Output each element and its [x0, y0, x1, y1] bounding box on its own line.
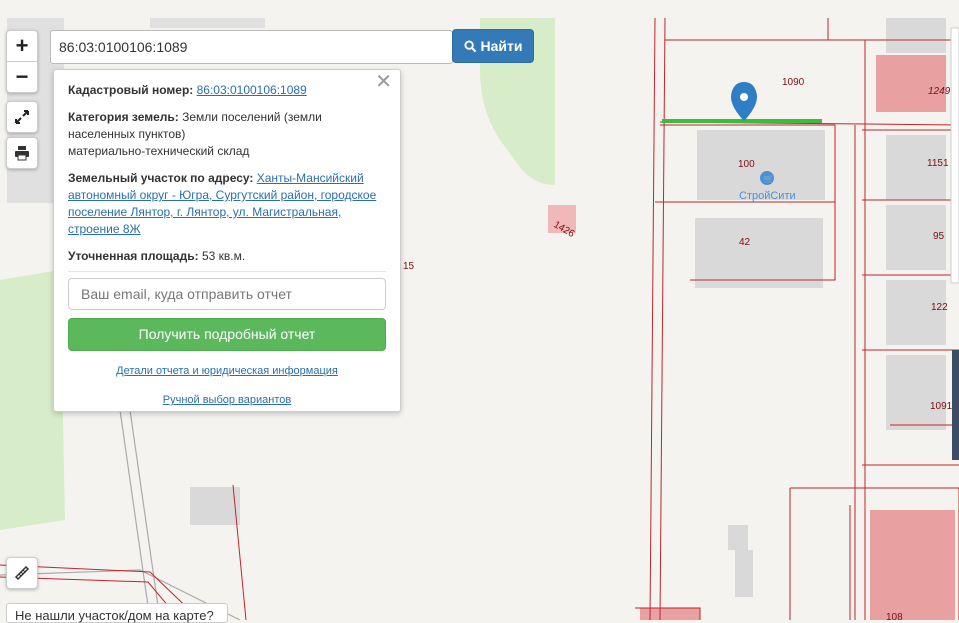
building [728, 525, 748, 550]
ruler-button[interactable] [6, 557, 38, 589]
building [886, 355, 946, 430]
label-100: 100 [738, 159, 755, 170]
label-1090: 1090 [782, 77, 805, 88]
cadastral-link[interactable]: 86:03:0100106:1089 [197, 83, 307, 97]
expand-icon [15, 110, 29, 124]
label-42: 42 [739, 237, 751, 248]
building [695, 218, 823, 288]
printer-icon [15, 146, 29, 161]
pink-building [870, 510, 955, 620]
email-field[interactable] [68, 278, 386, 310]
parcel-info-popup: ✕ Кадастровый номер: 86:03:0100106:1089 … [53, 69, 401, 412]
label-95: 95 [933, 231, 945, 242]
search-icon [463, 39, 476, 52]
search-input[interactable] [50, 30, 453, 64]
not-found-link[interactable]: Не нашли участок/дом на карте? [6, 603, 228, 623]
label-122: 122 [931, 302, 948, 313]
category-label: Категория земель: [68, 110, 179, 124]
zoom-in-button[interactable]: + [7, 31, 37, 61]
area-row: Уточненная площадь: 53 кв.м. [68, 248, 386, 265]
label-1151: 1151 [927, 158, 949, 169]
details-link[interactable]: Детали отчета и юридическая информация [68, 363, 386, 380]
building [190, 487, 240, 525]
zoom-out-button[interactable]: − [7, 61, 37, 92]
cadastral-row: Кадастровый номер: 86:03:0100106:1089 [68, 82, 386, 99]
selected-parcel [662, 119, 822, 123]
get-report-button[interactable]: Получить подробный отчет [68, 318, 386, 351]
shop-label: СтройСити [739, 190, 796, 202]
svg-text:🛒: 🛒 [763, 173, 774, 185]
search-button[interactable]: Найти [452, 29, 534, 63]
address-label: Земельный участок по адресу: [68, 171, 254, 185]
manual-select-link[interactable]: Ручной выбор вариантов [68, 392, 386, 409]
area-value: 53 кв.м. [201, 249, 246, 263]
ruler-icon [14, 565, 30, 581]
category-row: Категория земель: Земли поселений (земли… [68, 109, 386, 160]
area-label: Уточненная площадь: [68, 249, 199, 263]
side-image [952, 350, 959, 460]
label-15: 15 [403, 261, 415, 272]
fullscreen-button[interactable] [6, 101, 38, 133]
print-button[interactable] [6, 137, 38, 169]
cadastral-label: Кадастровый номер: [68, 83, 194, 97]
divider [68, 271, 386, 272]
building [150, 18, 265, 28]
zoom-control: + − [6, 30, 38, 93]
pink-building [876, 55, 946, 112]
side-panel-edge [950, 27, 959, 284]
category-use: материально-технический склад [68, 144, 250, 158]
label-1249: 1249 [928, 86, 951, 97]
building [886, 18, 946, 53]
label-108: 108 [886, 612, 903, 620]
close-icon[interactable]: ✕ [375, 72, 392, 92]
building [735, 550, 753, 597]
popup-links: Детали отчета и юридическая информация Р… [68, 363, 386, 409]
search-button-label: Найти [480, 38, 523, 54]
pink-building [640, 608, 700, 620]
label-1091: 1091 [930, 401, 953, 412]
address-row: Земельный участок по адресу: Ханты-Манси… [68, 170, 386, 238]
